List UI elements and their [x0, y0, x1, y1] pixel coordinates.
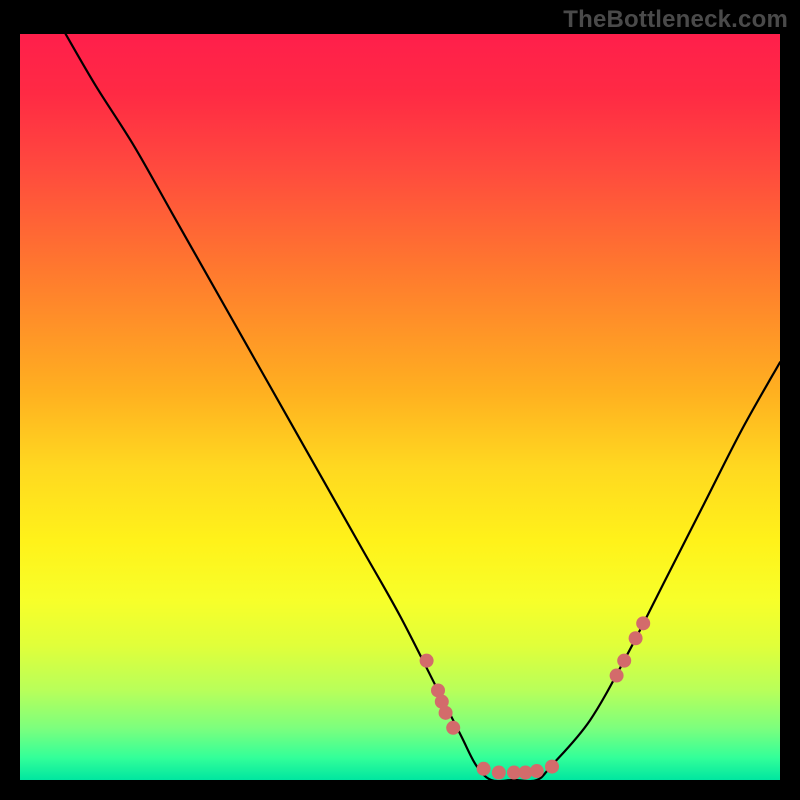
marker-point: [492, 766, 506, 780]
plot-area: [20, 34, 780, 780]
marker-point: [636, 616, 650, 630]
marker-point: [545, 760, 559, 774]
marker-point: [610, 669, 624, 683]
watermark-text: TheBottleneck.com: [563, 6, 788, 34]
chart-container: TheBottleneck.com: [0, 0, 800, 800]
marker-point: [420, 654, 434, 668]
marker-point: [439, 706, 453, 720]
marker-point: [446, 721, 460, 735]
bottleneck-curve-path: [66, 34, 780, 780]
marker-point: [617, 654, 631, 668]
marker-point: [477, 762, 491, 776]
marker-point: [629, 631, 643, 645]
highlight-markers: [420, 616, 651, 779]
marker-point: [530, 764, 544, 778]
curve-svg: [20, 34, 780, 780]
